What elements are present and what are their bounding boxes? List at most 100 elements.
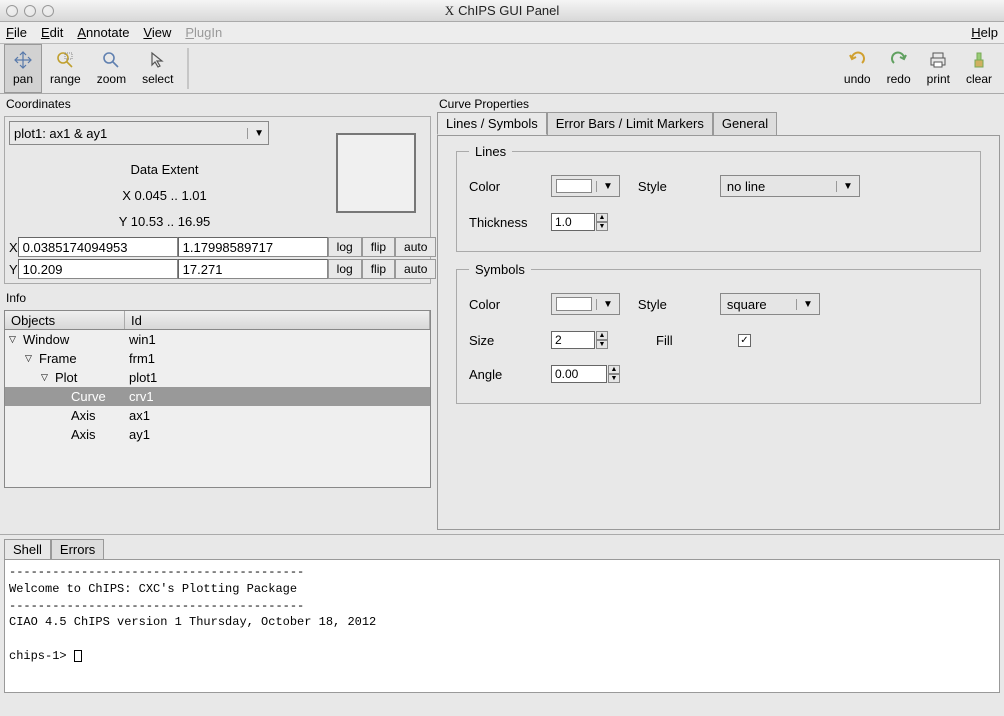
tab-general[interactable]: General [713,112,777,135]
x-flip-button[interactable]: flip [362,237,395,257]
tool-redo[interactable]: redo [879,44,919,93]
symbol-style-value: square [721,297,773,312]
line-color-picker[interactable]: ▼ [551,175,620,197]
tool-zoom[interactable]: zoom [89,44,134,93]
tab-errors[interactable]: Errors [51,539,104,559]
window-controls[interactable] [6,5,54,17]
menu-annotate[interactable]: Annotate [77,25,129,40]
prop-tabs: Lines / Symbols Error Bars / Limit Marke… [437,112,1000,135]
y-min-input[interactable] [18,259,178,279]
tree-id-label: crv1 [129,389,154,404]
window-title: XChIPS GUI Panel [0,3,1004,19]
thickness-input[interactable] [551,213,595,231]
thickness-label: Thickness [469,215,533,230]
coord-selector[interactable]: plot1: ax1 & ay1 ▼ [9,121,269,145]
zoom-window-icon[interactable] [42,5,54,17]
object-tree[interactable]: ▽Windowwin1▽Framefrm1▽Plotplot1Curvecrv1… [4,330,431,488]
col-id[interactable]: Id [125,311,430,329]
x-min-input[interactable] [18,237,178,257]
y-max-input[interactable] [178,259,328,279]
size-spinner[interactable]: ▲▼ [551,331,608,349]
close-icon[interactable] [6,5,18,17]
shell-body[interactable]: ----------------------------------------… [4,559,1000,693]
tree-row[interactable]: Curvecrv1 [5,387,430,406]
thickness-spinner[interactable]: ▲▼ [551,213,608,231]
tree-obj-label: Window [23,332,69,347]
x-auto-button[interactable]: auto [395,237,436,257]
y-log-button[interactable]: log [328,259,362,279]
menubar: File Edit Annotate View PlugIn Help [0,22,1004,44]
menu-file[interactable]: File [6,25,27,40]
y-axis-label: Y [9,262,18,277]
expand-icon[interactable]: ▽ [41,372,51,383]
spin-down-icon[interactable]: ▼ [596,222,608,231]
properties-label: Curve Properties [437,97,1000,111]
tree-row[interactable]: Axisay1 [5,425,430,444]
menu-help[interactable]: Help [971,25,998,40]
tool-print[interactable]: print [919,44,958,93]
y-flip-button[interactable]: flip [362,259,395,279]
line-style-select[interactable]: no line ▼ [720,175,860,197]
angle-input[interactable] [551,365,607,383]
tool-clear[interactable]: clear [958,44,1000,93]
tab-lines-symbols[interactable]: Lines / Symbols [437,112,547,135]
menu-plugin[interactable]: PlugIn [185,25,222,40]
tool-clear-label: clear [966,72,992,86]
col-objects[interactable]: Objects [5,311,125,329]
left-column: Coordinates plot1: ax1 & ay1 ▼ Data Exte… [0,94,435,534]
tool-pan-label: pan [13,72,33,86]
undo-icon [848,51,866,69]
symbols-group: Symbols Color ▼ Style square ▼ Size [456,262,981,404]
symbol-color-picker[interactable]: ▼ [551,293,620,315]
tree-row[interactable]: ▽Plotplot1 [5,368,430,387]
symbol-style-select[interactable]: square ▼ [720,293,820,315]
lines-legend: Lines [469,144,512,159]
tree-id-label: plot1 [129,370,157,385]
coordinates-panel: plot1: ax1 & ay1 ▼ Data Extent X 0.045 .… [4,116,431,284]
tool-undo[interactable]: undo [836,44,879,93]
toolbar-divider [187,48,189,89]
info-panel: Objects Id ▽Windowwin1▽Framefrm1▽Plotplo… [4,310,431,488]
tool-range[interactable]: range [42,44,89,93]
tree-row[interactable]: ▽Windowwin1 [5,330,430,349]
toolbar: pan range zoom select undo redo [0,44,1004,94]
y-auto-button[interactable]: auto [395,259,436,279]
print-icon [929,51,947,69]
spin-down-icon[interactable]: ▼ [608,374,620,383]
chevron-down-icon: ▼ [596,181,619,192]
expand-icon[interactable]: ▽ [25,353,35,364]
angle-spinner[interactable]: ▲▼ [551,365,620,383]
spin-up-icon[interactable]: ▲ [596,213,608,222]
prop-panel: Lines Color ▼ Style no line ▼ Thickness [437,135,1000,530]
select-icon [149,51,167,69]
fill-checkbox[interactable]: ✓ [738,334,751,347]
tab-error-bars[interactable]: Error Bars / Limit Markers [547,112,713,135]
spin-up-icon[interactable]: ▲ [608,365,620,374]
expand-icon[interactable]: ▽ [9,334,19,345]
range-icon [56,51,74,69]
line-color-label: Color [469,179,533,194]
tree-row[interactable]: ▽Framefrm1 [5,349,430,368]
angle-label: Angle [469,367,533,382]
size-input[interactable] [551,331,595,349]
tab-shell[interactable]: Shell [4,539,51,559]
menu-view[interactable]: View [143,25,171,40]
tree-row[interactable]: Axisax1 [5,406,430,425]
spin-down-icon[interactable]: ▼ [596,340,608,349]
right-column: Curve Properties Lines / Symbols Error B… [435,94,1004,534]
info-label: Info [4,291,431,305]
shell-area: Shell Errors ---------------------------… [0,534,1004,697]
x-log-button[interactable]: log [328,237,362,257]
tool-pan[interactable]: pan [4,44,42,93]
tool-select[interactable]: select [134,44,181,93]
minimize-icon[interactable] [24,5,36,17]
spin-up-icon[interactable]: ▲ [596,331,608,340]
main-area: Coordinates plot1: ax1 & ay1 ▼ Data Exte… [0,94,1004,534]
menu-edit[interactable]: Edit [41,25,63,40]
tree-id-label: frm1 [129,351,155,366]
x-max-input[interactable] [178,237,328,257]
tree-obj-label: Axis [71,408,96,423]
tree-obj-label: Axis [71,427,96,442]
tool-select-label: select [142,72,173,86]
axis-preview [336,133,416,213]
